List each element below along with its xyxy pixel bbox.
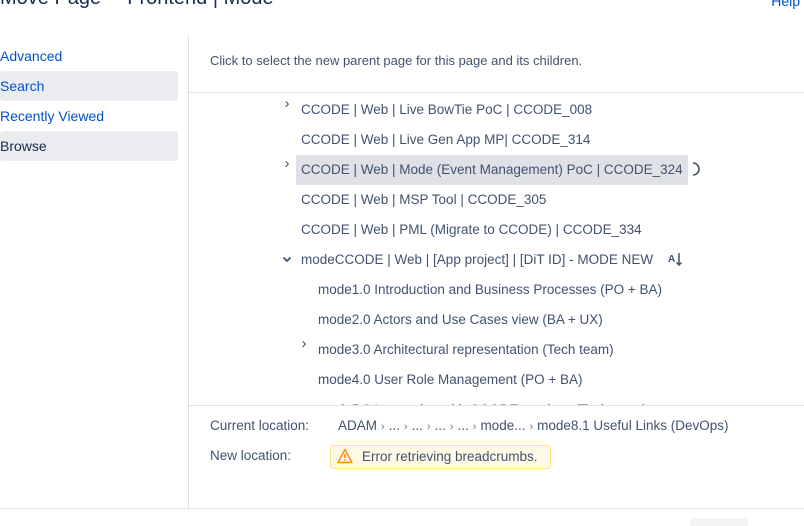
warning-icon: [337, 448, 353, 464]
tree-item[interactable]: modeCCODE | Web | [App project] | [DiT I…: [296, 245, 658, 275]
tree-item-label: CCODE | Web | PML (Migrate to CCODE) | C…: [301, 222, 642, 237]
tree-item[interactable]: mode1.0 Introduction and Business Proces…: [313, 275, 667, 305]
tree-item-label: CCODE | Web | Live BowTie PoC | CCODE_00…: [301, 102, 593, 117]
tree-item-label: modeCCODE | Web | [App project] | [DiT I…: [301, 252, 654, 267]
new-location-label: New location:: [210, 448, 292, 463]
breadcrumb-item[interactable]: mode8.1 Useful Links (DevOps): [537, 418, 728, 433]
tree-item-label: CCODE | Web | Mode (Event Management) Po…: [296, 155, 688, 185]
sort-alpha-icon[interactable]: A: [667, 251, 683, 267]
breadcrumb-separator-icon: ›: [381, 421, 385, 433]
chevron-right-icon[interactable]: ›: [298, 335, 310, 365]
chevron-right-icon[interactable]: ›: [281, 95, 293, 125]
tree-item[interactable]: CCODE | Web | MSP Tool | CCODE_305: [296, 185, 551, 215]
nav-recently-viewed[interactable]: Recently Viewed: [0, 101, 178, 131]
breadcrumb-item[interactable]: ...: [389, 418, 400, 433]
chevron-right-icon[interactable]: ›: [281, 155, 293, 185]
footer-divider: [0, 508, 804, 509]
nav-search[interactable]: Search: [0, 71, 178, 101]
breadcrumb-error-message: Error retrieving breadcrumbs.: [330, 445, 551, 469]
breadcrumb-item[interactable]: ...: [458, 418, 469, 433]
sidebar-nav: Advanced Search Recently Viewed Browse: [0, 41, 178, 161]
current-location-breadcrumb: ADAM ›... ›... ›... ›... › mode... › mode8.1 Use…: [338, 418, 728, 433]
tree-item[interactable]: mode2.0 Actors and Use Cases view (BA + …: [313, 305, 608, 335]
tree-item[interactable]: CCODE | Web | PML (Migrate to CCODE) | C…: [296, 215, 647, 245]
tree-item[interactable]: mode3.0 Architectural representation (Te…: [313, 335, 619, 365]
page-tree[interactable]: › CCODE | Web | Live BowTie PoC | CCODE_…: [189, 92, 804, 406]
current-location-label: Current location:: [210, 418, 310, 433]
breadcrumb-separator-icon: ›: [529, 421, 534, 433]
breadcrumb-item[interactable]: ...: [412, 418, 423, 433]
breadcrumb-separator-icon: ›: [472, 421, 477, 433]
tree-item-label: mode5.0 Integration with CCODE services …: [313, 395, 652, 405]
tree-item-label: mode2.0 Actors and Use Cases view (BA + …: [318, 312, 603, 327]
tree-item[interactable]: CCODE | Web | Live BowTie PoC | CCODE_00…: [296, 95, 597, 125]
tree-item-selected[interactable]: CCODE | Web | Mode (Event Management) Po…: [296, 155, 688, 185]
loading-spinner-icon: [691, 161, 701, 180]
tree-item-label: CCODE | Web | MSP Tool | CCODE_305: [301, 192, 547, 207]
browse-panel: Click to select the new parent page for …: [188, 35, 804, 509]
svg-text:A: A: [668, 254, 675, 265]
footer-button[interactable]: [690, 518, 748, 526]
tree-item-label: mode1.0 Introduction and Business Proces…: [318, 282, 663, 297]
nav-browse[interactable]: Browse: [0, 131, 178, 161]
error-text: Error retrieving breadcrumbs.: [362, 449, 538, 464]
tree-item[interactable]: CCODE | Web | Live Gen App MP| CCODE_314: [296, 125, 595, 155]
breadcrumb-separator-icon: ›: [426, 421, 431, 433]
tree-item-label: mode4.0 User Role Management (PO + BA): [318, 372, 583, 387]
instruction-text: Click to select the new parent page for …: [210, 53, 583, 68]
tree-item[interactable]: mode4.0 User Role Management (PO + BA): [313, 365, 588, 395]
help-link[interactable]: Help: [771, 0, 800, 9]
breadcrumb-item[interactable]: ADAM: [338, 418, 377, 433]
chevron-down-icon[interactable]: [281, 245, 293, 275]
breadcrumb-separator-icon: ›: [403, 421, 408, 433]
nav-advanced[interactable]: Advanced: [0, 41, 178, 71]
breadcrumb-item[interactable]: ...: [435, 418, 446, 433]
breadcrumb-separator-icon: ›: [449, 421, 454, 433]
tree-item-label: mode3.0 Architectural representation (Te…: [318, 342, 614, 357]
tree-item-label: CCODE | Web | Live Gen App MP| CCODE_314: [301, 132, 591, 147]
tree-item[interactable]: mode5.0 Integration with CCODE services …: [313, 395, 652, 405]
breadcrumb-item[interactable]: mode...: [480, 418, 525, 433]
dialog-title: Move Page – 'Frontend | Mode': [0, 0, 277, 10]
